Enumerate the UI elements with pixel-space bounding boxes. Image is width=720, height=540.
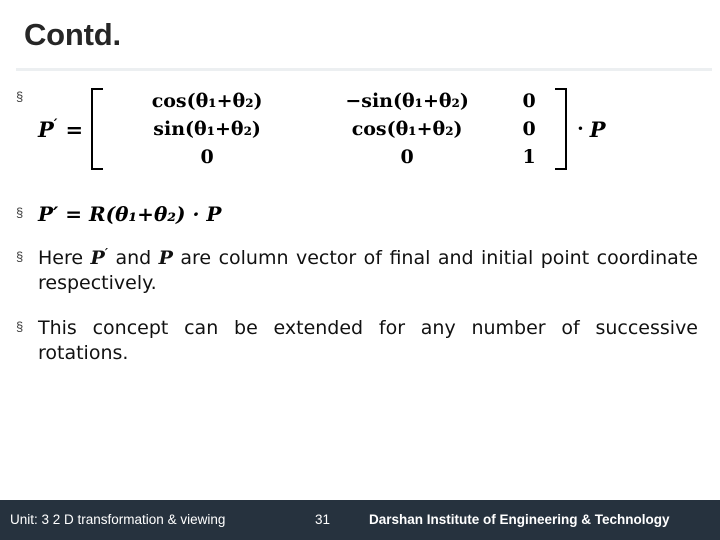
equation-matrix-content: P′ = cos(θ₁+θ₂) −sin(θ₁+θ₂) 0 sin(θ₁+θ₂)… (38, 86, 710, 172)
matrix-cell-0-1: −sin(θ₁+θ₂) (345, 90, 469, 112)
matrix: cos(θ₁+θ₂) −sin(θ₁+θ₂) 0 sin(θ₁+θ₂) cos(… (91, 86, 568, 172)
matrix-cell-2-0: 0 (200, 146, 214, 168)
slide-footer: Unit: 3 2 D transformation & viewing 31 … (0, 500, 720, 540)
footer-organization: Darshan Institute of Engineering & Techn… (369, 512, 670, 527)
bullet-marker: § (16, 205, 24, 220)
bullet-paragraph-definition: § Here P′ and P are column vector of fin… (16, 246, 710, 296)
bullet-equation-rotation: § P′ = R(θ₁+θ₂) · P (16, 202, 710, 226)
equation-rotation-content: P′ = R(θ₁+θ₂) · P (38, 202, 710, 226)
matrix-cell-2-1: 0 (400, 146, 414, 168)
equation-rhs: P (589, 116, 606, 142)
matrix-left-bracket (91, 88, 104, 170)
matrix-grid: cos(θ₁+θ₂) −sin(θ₁+θ₂) 0 sin(θ₁+θ₂) cos(… (107, 88, 551, 170)
footer-unit-label: Unit: 3 2 D transformation & viewing (10, 512, 226, 527)
footer-page-number: 31 (315, 512, 331, 527)
bullet-paragraph-extension: § This concept can be extended for any n… (16, 316, 710, 366)
paragraph-text-1: Here (38, 247, 84, 269)
symbol-p-prime: P′ (90, 246, 108, 269)
equation-lhs: P′ (38, 116, 58, 142)
paragraph-extension: This concept can be extended for any num… (38, 317, 698, 365)
matrix-right-bracket (555, 88, 568, 170)
equation-rotation-text: P′ = R(θ₁+θ₂) · P (38, 202, 222, 226)
matrix-cell-0-2: 0 (522, 90, 536, 112)
matrix-cell-1-1: cos(θ₁+θ₂) (351, 118, 463, 140)
paragraph-definition-content: Here P′ and P are column vector of final… (38, 246, 710, 296)
matrix-cell-2-2: 1 (522, 146, 536, 168)
dot-operator: · (577, 118, 584, 140)
equation-rotation: P′ = R(θ₁+θ₂) · P (38, 202, 710, 226)
matrix-cell-1-2: 0 (522, 118, 536, 140)
slide-body: § P′ = cos(θ₁+θ₂) −sin(θ₁+θ₂) 0 sin(θ₁+θ… (16, 80, 710, 480)
slide: Contd. § P′ = cos(θ₁+θ₂) −sin(θ₁+θ₂) 0 s… (0, 0, 720, 540)
bullet-marker: § (16, 89, 24, 104)
title-divider (16, 68, 712, 71)
bullet-equation-matrix: § P′ = cos(θ₁+θ₂) −sin(θ₁+θ₂) 0 sin(θ₁+θ… (16, 86, 710, 186)
paragraph-definition: Here P′ and P are column vector of final… (38, 246, 698, 296)
matrix-cell-1-0: sin(θ₁+θ₂) (153, 118, 261, 140)
matrix-cell-0-0: cos(θ₁+θ₂) (151, 90, 263, 112)
bullet-marker: § (16, 319, 24, 335)
page-title: Contd. (24, 17, 121, 52)
equals-sign: = (65, 116, 84, 142)
equation-matrix: P′ = cos(θ₁+θ₂) −sin(θ₁+θ₂) 0 sin(θ₁+θ₂)… (38, 86, 710, 172)
paragraph-text-2: and (115, 247, 152, 269)
paragraph-extension-content: This concept can be extended for any num… (38, 316, 710, 366)
bullet-marker: § (16, 249, 24, 264)
symbol-p: P (158, 247, 173, 269)
